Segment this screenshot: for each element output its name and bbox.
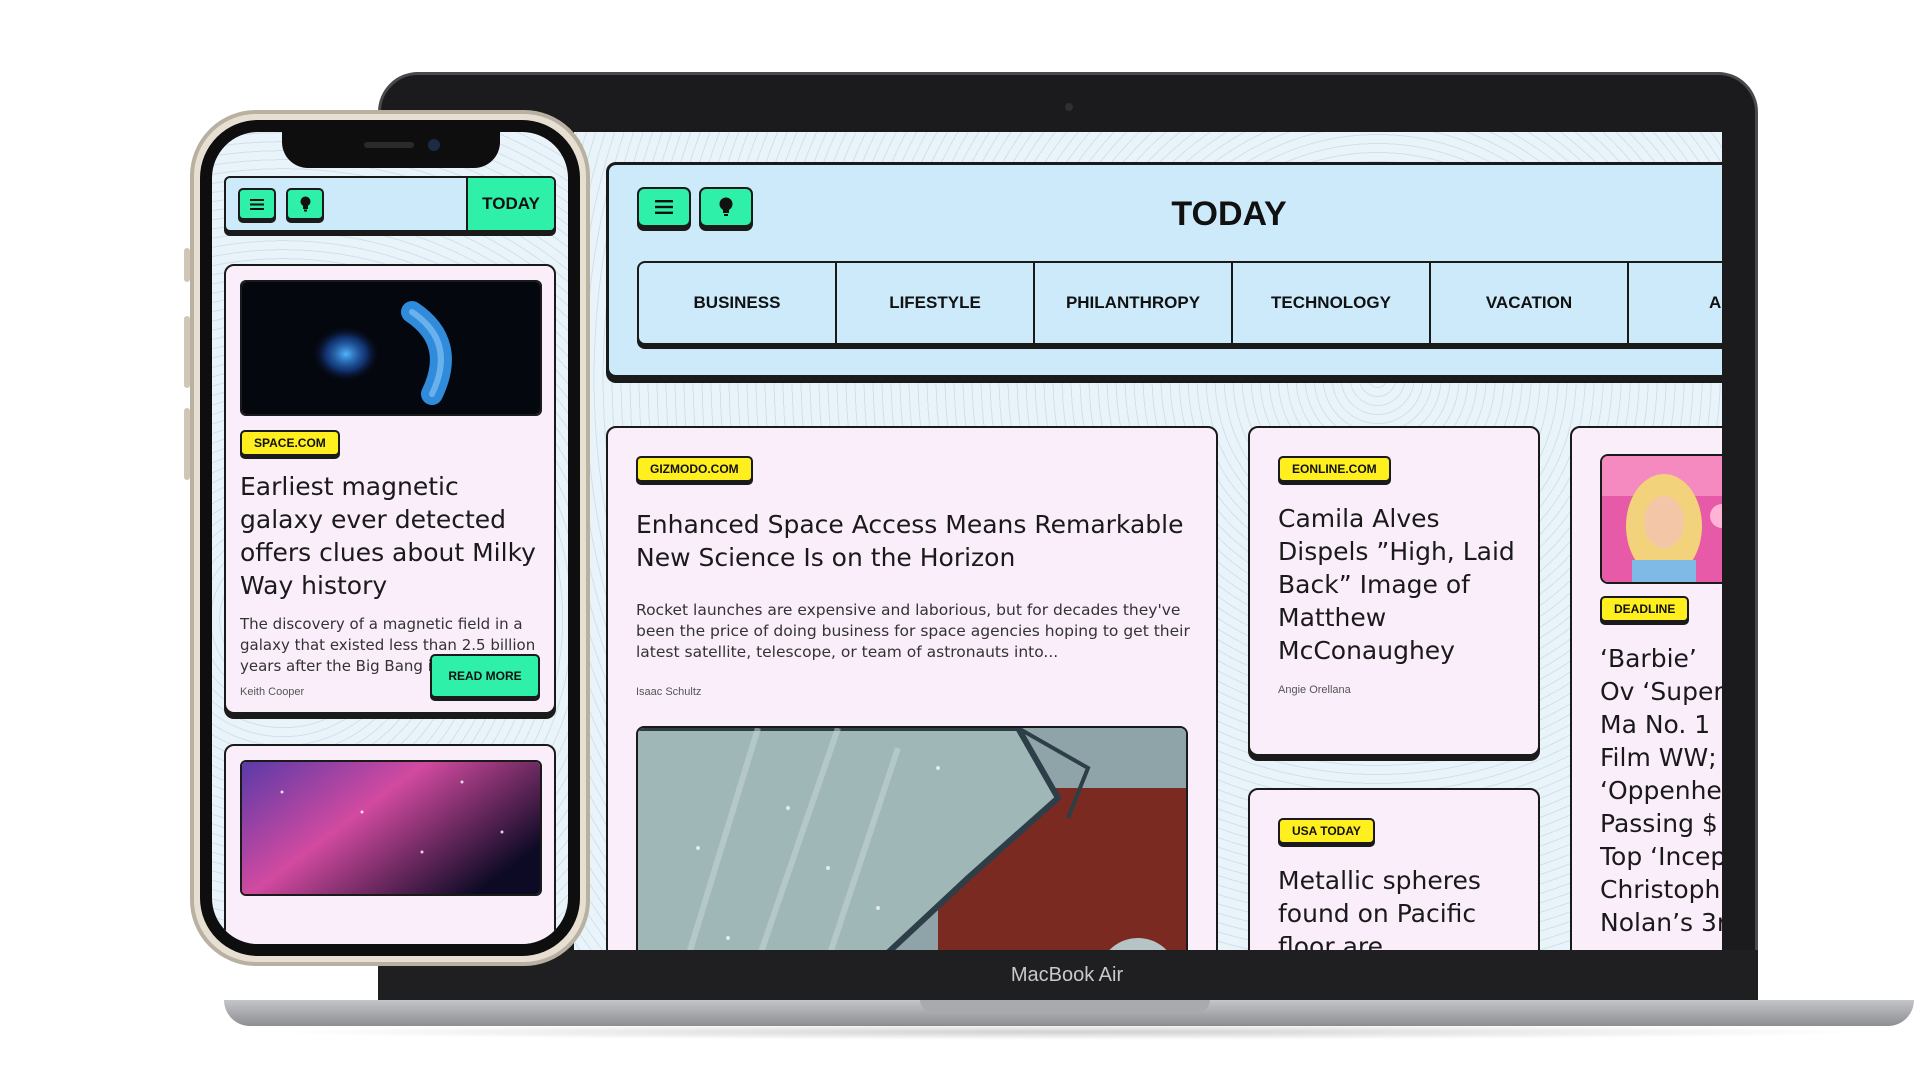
source-badge[interactable]: USA TODAY <box>1278 818 1375 844</box>
article-author: Angie Orellana <box>1278 684 1351 696</box>
hamburger-menu-icon <box>655 200 673 214</box>
article-author: Keith Cooper <box>240 686 305 698</box>
laptop-shadow <box>260 1024 1880 1040</box>
mobile-header: TODAY <box>224 176 556 232</box>
article-card-nebula[interactable] <box>224 744 556 944</box>
phone-speaker <box>364 142 414 148</box>
laptop-brand-label: MacBook Air <box>1010 964 1124 986</box>
phone-front-camera <box>428 139 440 151</box>
idea-button[interactable] <box>699 187 753 227</box>
lightbulb-icon <box>719 197 733 217</box>
idea-button[interactable] <box>286 188 324 220</box>
source-badge[interactable]: SPACE.COM <box>240 430 340 456</box>
tab-lifestyle[interactable]: LIFESTYLE <box>837 263 1035 343</box>
laptop-opening-notch <box>920 1000 1210 1012</box>
tab-vacation[interactable]: VACATION <box>1431 263 1629 343</box>
article-image-space-fabric[interactable] <box>636 726 1188 952</box>
device-mockup-scene: TODAY BUSINESS LIFESTYLE PHILANTHROPY TE… <box>0 0 1920 1080</box>
article-author: Isaac Schultz <box>636 686 702 698</box>
article-card-gizmodo[interactable]: GIZMODO.COM Enhanced Space Access Means … <box>606 426 1218 952</box>
page-title[interactable]: TODAY <box>466 178 554 230</box>
tab-ab[interactable]: AB <box>1629 263 1722 343</box>
article-card-space[interactable]: SPACE.COM Earliest magnetic galaxy ever … <box>224 264 556 714</box>
lightbulb-icon <box>300 196 311 212</box>
hamburger-menu-icon <box>250 198 264 210</box>
phone-notch <box>282 128 500 168</box>
article-title[interactable]: Metallic spheres found on Pacific floor … <box>1278 864 1528 952</box>
category-tabs: BUSINESS LIFESTYLE PHILANTHROPY TECHNOLO… <box>637 261 1722 345</box>
source-badge[interactable]: EONLINE.COM <box>1278 456 1391 482</box>
tab-philanthropy[interactable]: PHILANTHROPY <box>1035 263 1233 343</box>
source-badge[interactable]: DEADLINE <box>1600 596 1690 622</box>
menu-button[interactable] <box>238 188 276 220</box>
article-card-eonline[interactable]: EONLINE.COM Camila Alves Dispels ”High, … <box>1248 426 1540 756</box>
article-title[interactable]: Earliest magnetic galaxy ever detected o… <box>240 470 540 602</box>
article-excerpt: Rocket launches are expensive and labori… <box>636 601 1190 661</box>
menu-button[interactable] <box>637 187 691 227</box>
laptop-screen: TODAY BUSINESS LIFESTYLE PHILANTHROPY TE… <box>574 132 1722 952</box>
article-card-deadline[interactable]: DEADLINE ‘Barbie’ Ov ‘Super Ma No. 1 Fil… <box>1570 426 1722 952</box>
article-title[interactable]: ‘Barbie’ Ov ‘Super Ma No. 1 Film WW; ‘Op… <box>1600 642 1722 939</box>
desktop-header: TODAY BUSINESS LIFESTYLE PHILANTHROPY TE… <box>606 162 1722 378</box>
source-badge[interactable]: GIZMODO.COM <box>636 456 753 482</box>
laptop-camera <box>1065 103 1073 111</box>
article-image-barbie[interactable] <box>1600 454 1722 584</box>
tab-business[interactable]: BUSINESS <box>639 263 837 343</box>
article-title[interactable]: Camila Alves Dispels ”High, Laid Back” I… <box>1278 502 1528 667</box>
article-image-nebula[interactable] <box>240 760 542 896</box>
page-title: TODAY <box>1171 195 1287 233</box>
article-card-usatoday[interactable]: USA TODAY Metallic spheres found on Paci… <box>1248 788 1540 952</box>
article-title[interactable]: Enhanced Space Access Means Remarkable N… <box>636 508 1206 574</box>
article-image-galaxy[interactable] <box>240 280 542 416</box>
read-more-button[interactable]: READ MORE <box>430 654 540 698</box>
phone-screen: TODAY SPACE.COM Earliest magnetic galaxy… <box>212 132 568 944</box>
tab-technology[interactable]: TECHNOLOGY <box>1233 263 1431 343</box>
